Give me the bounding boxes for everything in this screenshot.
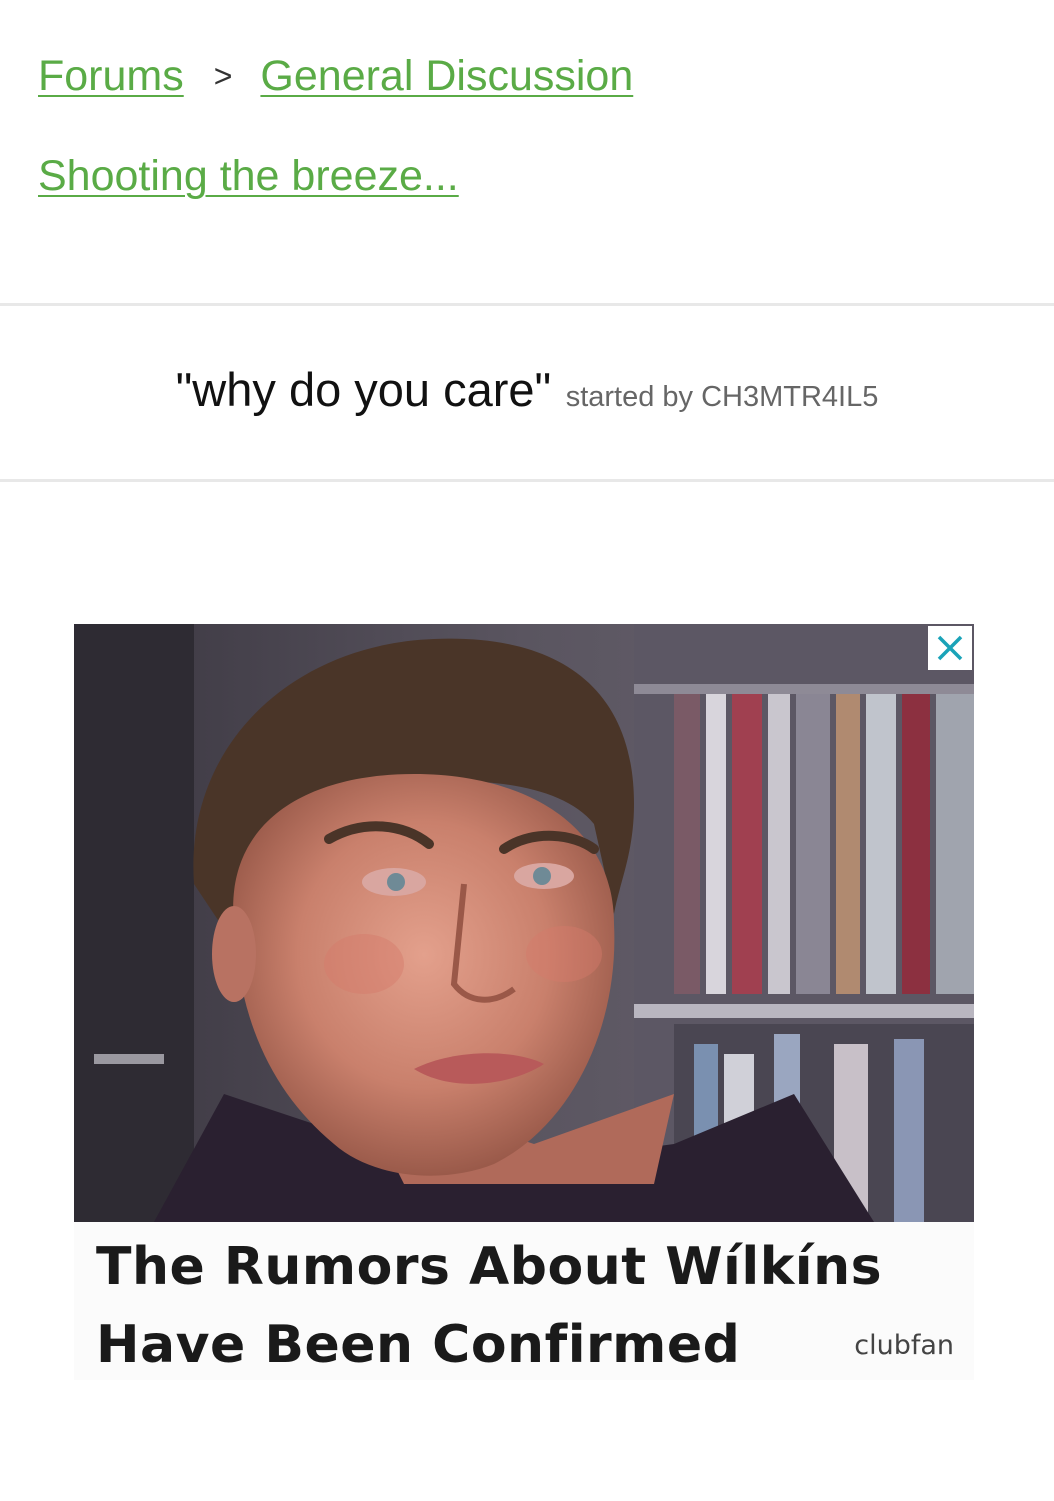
thread-header: "why do you care" started by CH3MTR4IL5 — [0, 362, 1054, 417]
divider — [0, 479, 1054, 482]
close-icon — [937, 635, 963, 661]
divider — [0, 303, 1054, 306]
thread-started-by: started by CH3MTR4IL5 — [565, 381, 879, 413]
ad-headline-line-1: The Rumors About Wílkíns — [96, 1237, 883, 1297]
ad-sponsor[interactable]: clubfan — [854, 1330, 954, 1361]
ad-close-button[interactable] — [928, 626, 972, 670]
ad-headline-line-2: Have Been Confirmed — [96, 1315, 741, 1375]
breadcrumb-forums-link[interactable]: Forums — [38, 48, 184, 104]
subforum-link-container: Shooting the breeze... — [38, 148, 459, 204]
forum-page: Forums > General Discussion Shooting the… — [0, 0, 1054, 1501]
breadcrumb-general-discussion-link[interactable]: General Discussion — [260, 48, 633, 104]
ad-caption[interactable]: The Rumors About Wílkíns Have Been Confi… — [74, 1222, 974, 1380]
ad-photo-crying-man — [74, 624, 974, 1222]
subforum-link[interactable]: Shooting the breeze... — [38, 152, 459, 200]
advertisement[interactable]: The Rumors About Wílkíns Have Been Confi… — [74, 624, 974, 1380]
thread-title: "why do you care" — [175, 363, 552, 416]
ad-headline[interactable]: The Rumors About Wílkíns Have Been Confi… — [96, 1228, 916, 1384]
ad-image[interactable] — [74, 624, 974, 1222]
breadcrumb-separator: > — [213, 58, 233, 94]
breadcrumb: Forums > General Discussion — [38, 48, 633, 104]
